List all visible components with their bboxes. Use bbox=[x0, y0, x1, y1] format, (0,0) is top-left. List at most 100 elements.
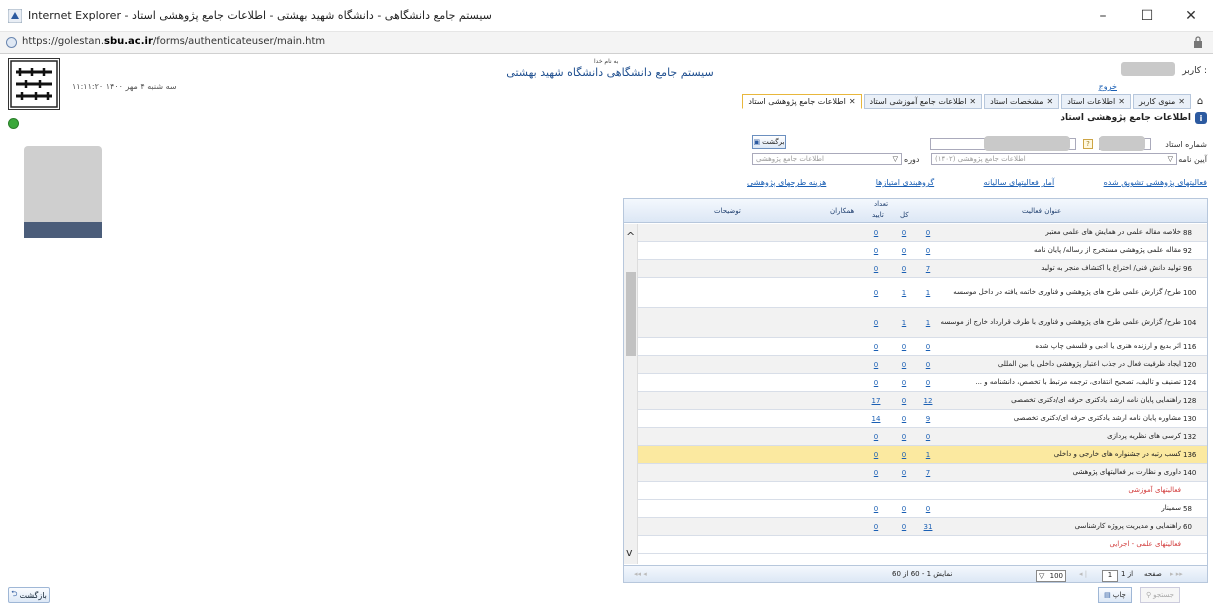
close-tab-icon[interactable]: ✕ bbox=[1178, 97, 1185, 106]
page-number-input[interactable]: 1 bbox=[1102, 570, 1118, 582]
table-row[interactable]: 58 سمینار 0 0 0 bbox=[638, 500, 1207, 518]
table-row[interactable]: 96 تولید دانش فنی/ اختراع یا اکتشاف منجر … bbox=[638, 260, 1207, 278]
table-row[interactable]: 116 اثر بدیع و ارزنده هنری یا ادبی و فلسف… bbox=[638, 338, 1207, 356]
row-approved-link[interactable]: 0 bbox=[894, 433, 914, 441]
row-collaborators-link[interactable]: 0 bbox=[866, 523, 886, 531]
row-collaborators-link[interactable]: 0 bbox=[866, 361, 886, 369]
table-row[interactable]: 128 راهنمایی پایان نامه ارشد یادکتری حرفه… bbox=[638, 392, 1207, 410]
row-total-link[interactable]: 0 bbox=[918, 361, 938, 369]
row-total-link[interactable]: 1 bbox=[918, 289, 938, 297]
tab-professor-info[interactable]: ✕ اطلاعات استاد bbox=[1061, 94, 1131, 109]
row-total-link[interactable]: 0 bbox=[918, 433, 938, 441]
table-row[interactable]: 132 کرسی های نظریه پردازی 0 0 0 bbox=[638, 428, 1207, 446]
minimize-button[interactable]: – bbox=[1081, 0, 1125, 32]
table-row[interactable]: 104 طرح/ گزارش علمی طرح های پژوهشی و فناو… bbox=[638, 308, 1207, 338]
page-size-select[interactable]: ▽ 100 bbox=[1036, 570, 1066, 582]
row-collaborators-link[interactable]: 0 bbox=[866, 265, 886, 273]
row-approved-link[interactable]: 0 bbox=[894, 379, 914, 387]
tab-professor-details[interactable]: ✕ مشخصات استاد bbox=[984, 94, 1060, 109]
table-row[interactable]: 120 ایجاد ظرفیت فعال در جذب اعتبار پژوهشی… bbox=[638, 356, 1207, 374]
col-description[interactable]: توضیحات bbox=[714, 207, 741, 215]
row-approved-link[interactable]: 0 bbox=[894, 265, 914, 273]
table-row[interactable]: 124 تصنیف و تالیف، تصحیح انتقادی، ترجمه م… bbox=[638, 374, 1207, 392]
close-tab-icon[interactable]: ✕ bbox=[1118, 97, 1125, 106]
nav-prev-icon[interactable]: ◂ | bbox=[1079, 570, 1087, 578]
col-collaborators[interactable]: همکاران bbox=[830, 207, 854, 215]
row-approved-link[interactable]: 0 bbox=[894, 415, 914, 423]
logout-link[interactable]: خروج bbox=[1099, 82, 1117, 91]
row-total-link[interactable]: 1 bbox=[918, 451, 938, 459]
row-total-link[interactable]: 0 bbox=[918, 505, 938, 513]
row-approved-link[interactable]: 0 bbox=[894, 343, 914, 351]
row-approved-link[interactable]: 0 bbox=[894, 451, 914, 459]
help-button[interactable]: ? bbox=[1083, 139, 1093, 149]
row-approved-link[interactable]: 0 bbox=[894, 469, 914, 477]
address-bar[interactable]: https://golestan.sbu.ac.ir/forms/authent… bbox=[0, 32, 1213, 54]
col-title[interactable]: عنوان فعالیت bbox=[1022, 207, 1061, 215]
link-research-cost[interactable]: هزینه طرحهای پژوهشی bbox=[747, 178, 826, 187]
row-collaborators-link[interactable]: 0 bbox=[866, 433, 886, 441]
row-approved-link[interactable]: 0 bbox=[894, 361, 914, 369]
row-approved-link[interactable]: 1 bbox=[894, 319, 914, 327]
nav-first-icon[interactable]: ▸ ▸▸ bbox=[1170, 570, 1183, 578]
table-row[interactable]: 92 مقاله علمی پژوهشی مستخرج از رساله/ پای… bbox=[638, 242, 1207, 260]
table-row[interactable]: 88 خلاصه مقاله علمی در همایش های علمی معت… bbox=[638, 224, 1207, 242]
nav-last-icon[interactable]: ◂◂ ◂ bbox=[634, 570, 647, 578]
back-button[interactable]: ⮌ بازگشت bbox=[8, 587, 50, 603]
link-score-grouping[interactable]: گروهبندی امتیازها bbox=[876, 178, 934, 187]
table-row[interactable]: 130 مشاوره پایان نامه ارشد یادکتری حرفه ا… bbox=[638, 410, 1207, 428]
col-approved[interactable]: تایید bbox=[872, 211, 884, 219]
row-approved-link[interactable]: 0 bbox=[894, 397, 914, 405]
col-total[interactable]: کل bbox=[900, 211, 909, 219]
row-collaborators-link[interactable]: 0 bbox=[866, 319, 886, 327]
tab-research-info[interactable]: ✕ اطلاعات جامع پژوهشی استاد bbox=[742, 94, 862, 109]
category-row[interactable]: فعالیتهای آموزشی bbox=[638, 482, 1207, 500]
row-approved-link[interactable]: 0 bbox=[894, 523, 914, 531]
row-total-link[interactable]: 31 bbox=[918, 523, 938, 531]
scroll-thumb[interactable] bbox=[626, 272, 636, 356]
row-collaborators-link[interactable]: 0 bbox=[866, 229, 886, 237]
table-row[interactable]: 136 کسب رتبه در جشنواره های خارجی و داخلی… bbox=[638, 446, 1207, 464]
row-approved-link[interactable]: 0 bbox=[894, 505, 914, 513]
row-total-link[interactable]: 0 bbox=[918, 247, 938, 255]
tab-user-menu[interactable]: ✕ منوی کاربر bbox=[1132, 94, 1191, 109]
url-text[interactable]: https://golestan.sbu.ac.ir/forms/authent… bbox=[22, 36, 325, 47]
row-total-link[interactable]: 7 bbox=[918, 469, 938, 477]
scroll-up-icon[interactable]: ^ bbox=[626, 230, 635, 243]
regulation-select[interactable]: ▽ اطلاعات جامع پژوهشی (۱۴۰۲) bbox=[931, 153, 1177, 165]
row-approved-link[interactable]: 0 bbox=[894, 229, 914, 237]
row-collaborators-link[interactable]: 14 bbox=[866, 415, 886, 423]
link-encouraged-activities[interactable]: فعالیتهای پژوهشی تشویق شده bbox=[1104, 178, 1207, 187]
table-row[interactable]: 100 طرح/ گزارش علمی طرح های پژوهشی و فناو… bbox=[638, 278, 1207, 308]
row-collaborators-link[interactable]: 0 bbox=[866, 505, 886, 513]
row-total-link[interactable]: 12 bbox=[918, 397, 938, 405]
row-total-link[interactable]: 0 bbox=[918, 379, 938, 387]
row-total-link[interactable]: 7 bbox=[918, 265, 938, 273]
row-collaborators-link[interactable]: 0 bbox=[866, 379, 886, 387]
close-tab-icon[interactable]: ✕ bbox=[1047, 97, 1054, 106]
home-icon[interactable]: ⌂ bbox=[1193, 94, 1207, 109]
row-approved-link[interactable]: 0 bbox=[894, 247, 914, 255]
row-collaborators-link[interactable]: 0 bbox=[866, 469, 886, 477]
row-collaborators-link[interactable]: 0 bbox=[866, 289, 886, 297]
row-total-link[interactable]: 0 bbox=[918, 229, 938, 237]
category-row[interactable]: فعالیتهای علمی - اجرایی bbox=[638, 536, 1207, 554]
table-row[interactable]: 140 داوری و نظارت بر فعالیتهای پژوهشی 7 0 0 bbox=[638, 464, 1207, 482]
search-button[interactable]: ⚲ جستجو bbox=[1140, 587, 1180, 603]
print-button[interactable]: ▤ چاپ bbox=[1098, 587, 1132, 603]
tab-education-info[interactable]: ✕ اطلاعات جامع آموزشی استاد bbox=[863, 94, 983, 109]
grid-scrollbar[interactable]: ^ v bbox=[624, 224, 638, 564]
scroll-down-icon[interactable]: v bbox=[626, 546, 633, 559]
close-tab-icon[interactable]: ✕ bbox=[849, 97, 856, 106]
row-collaborators-link[interactable]: 0 bbox=[866, 451, 886, 459]
close-button[interactable]: ✕ bbox=[1169, 0, 1213, 32]
row-total-link[interactable]: 0 bbox=[918, 343, 938, 351]
return-button[interactable]: ▣ برگشت bbox=[752, 135, 786, 149]
period-select[interactable]: ▽ اطلاعات جامع پژوهشی bbox=[752, 153, 902, 165]
row-total-link[interactable]: 9 bbox=[918, 415, 938, 423]
close-tab-icon[interactable]: ✕ bbox=[969, 97, 976, 106]
maximize-button[interactable]: ☐ bbox=[1125, 0, 1169, 32]
table-row[interactable]: 60 راهنمایی و مدیریت پروژه کارشناسی 31 0 0 bbox=[638, 518, 1207, 536]
row-collaborators-link[interactable]: 0 bbox=[866, 247, 886, 255]
row-approved-link[interactable]: 1 bbox=[894, 289, 914, 297]
